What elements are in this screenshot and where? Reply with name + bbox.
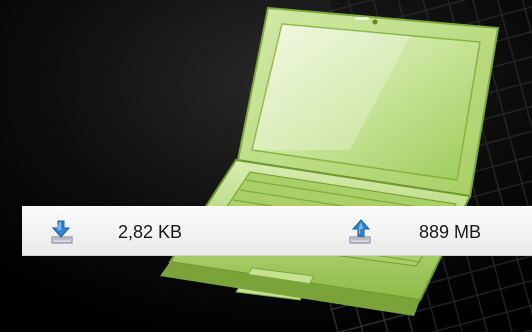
bytes-received-value: 2,82 KB [118,222,183,242]
upload-arrow-icon [346,218,374,246]
laptop-background-image [0,0,532,332]
bytes-sent-value: 889 MB [419,222,482,242]
download-arrow-icon [48,218,76,246]
network-traffic-bar: 2,82 KB 889 MB [22,206,532,256]
